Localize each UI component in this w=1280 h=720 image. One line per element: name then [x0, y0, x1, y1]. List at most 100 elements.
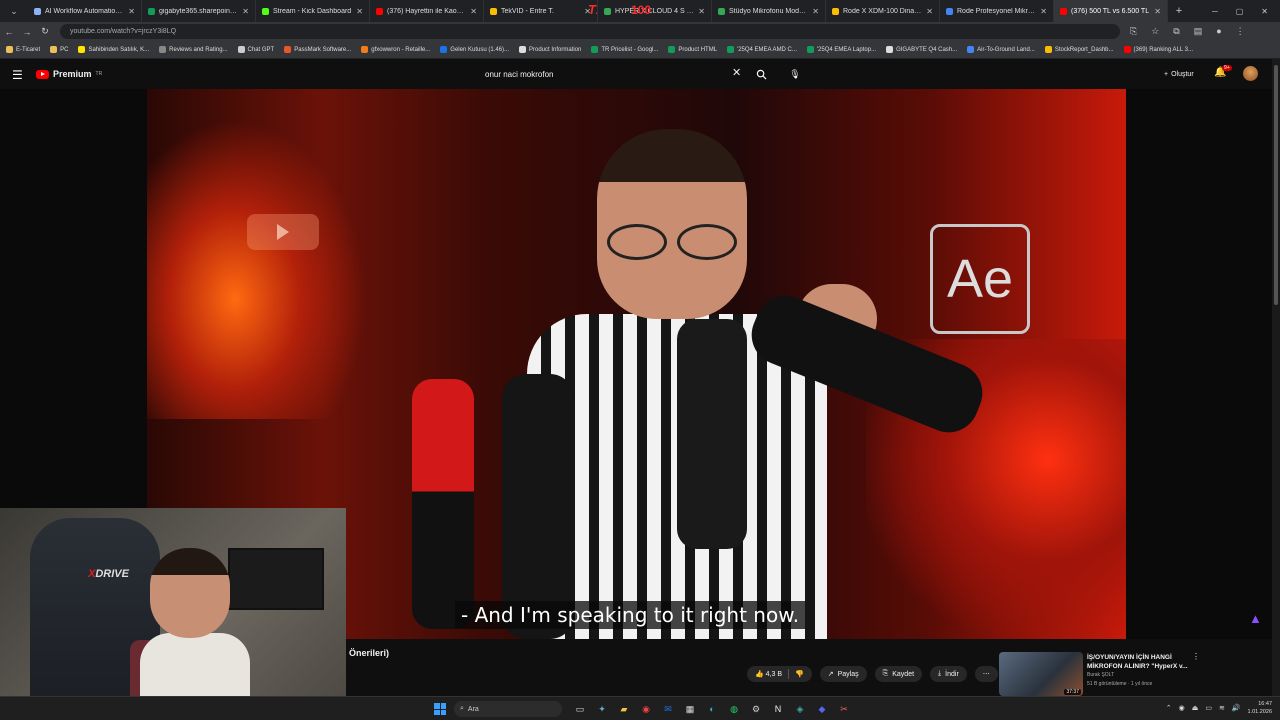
youtube-logo[interactable]: Premium TR — [36, 69, 102, 79]
download-button[interactable]: ⤓ İndir — [930, 666, 967, 682]
discord-icon[interactable]: ◆ — [814, 701, 830, 717]
bookmark-item[interactable]: gfxowwron - Retaille... — [361, 46, 430, 53]
recommended-channel[interactable]: Burak ŞOLT — [1087, 672, 1114, 678]
display-icon[interactable]: ▭ — [1205, 704, 1212, 712]
bookmark-item[interactable]: Chat GPT — [237, 46, 274, 53]
windows-taskbar: ⌕ Ara ▭ ✦ ▰ ◉ ✉ ▦ ◐ ◍ ⚙ N ◈ ◆ ✂ ⌃ ◉ ⏏ ▭ ≋… — [0, 696, 1280, 720]
browser-tab[interactable]: Rode Profesyonel Mikrofon Fi✕ — [940, 0, 1054, 22]
close-icon[interactable]: ✕ — [356, 7, 363, 16]
browser-tab[interactable]: gigabyte365.sharepoint.com/✕ — [142, 0, 256, 22]
forward-icon[interactable]: → — [18, 27, 36, 37]
bookmark-item[interactable]: PC — [50, 46, 68, 53]
reload-icon[interactable]: ↻ — [36, 26, 54, 37]
chrome-icon[interactable]: ◉ — [638, 701, 654, 717]
notion-icon[interactable]: N — [770, 701, 786, 717]
vpn-icon[interactable]: ◈ — [792, 701, 808, 717]
bookmark-item[interactable]: PassMark Software... — [284, 46, 351, 53]
sidebar-icon[interactable]: ▤ — [1194, 26, 1203, 37]
taskbar-search[interactable]: ⌕ Ara — [454, 701, 562, 717]
browser-tab[interactable]: TekVID - Entre T.✕ TAPIRCI — [484, 0, 598, 22]
minimize-icon[interactable]: ─ — [1212, 7, 1218, 16]
account-avatar[interactable] — [1243, 66, 1258, 81]
like-dislike-group: 👍 4,3 B 👎 — [747, 666, 812, 682]
scrollbar-thumb[interactable] — [1274, 65, 1278, 305]
close-icon[interactable]: ✕ — [1040, 7, 1047, 16]
create-button[interactable]: + Oluştur — [1156, 66, 1202, 82]
chevron-up-icon[interactable]: ⌃ — [1166, 704, 1172, 712]
bookmark-item[interactable]: GIGABYTE Q4 Cash... — [886, 46, 957, 53]
search-button[interactable] — [752, 65, 770, 83]
new-tab-button[interactable]: + — [1168, 5, 1190, 17]
back-icon[interactable]: ← — [0, 27, 18, 37]
network-icon[interactable]: ◉ — [1179, 704, 1185, 712]
snipping-icon[interactable]: ✂ — [836, 701, 852, 717]
bookmark-item[interactable]: Reviews and Rating... — [159, 46, 228, 53]
browser-tab[interactable]: (376) Hayrettin ile Kaos Show✕ — [370, 0, 484, 22]
file-explorer-icon[interactable]: ▰ — [616, 701, 632, 717]
tab-search-button[interactable]: ⌄ — [0, 0, 28, 22]
more-actions-button[interactable]: ⋯ — [974, 666, 998, 682]
bookmark-item[interactable]: Product HTML — [668, 46, 717, 53]
close-icon[interactable]: ✕ — [1154, 7, 1161, 16]
edge-icon[interactable]: ◐ — [704, 701, 720, 717]
browser-tab[interactable]: Rode X XDM-100 Dinamik US✕ — [826, 0, 940, 22]
extensions-icon[interactable]: ⧉ — [1173, 26, 1179, 37]
close-icon[interactable]: ✕ — [926, 7, 933, 16]
calculator-icon[interactable]: ▦ — [682, 701, 698, 717]
maximize-icon[interactable]: ▢ — [1236, 7, 1244, 16]
voice-search-button[interactable]: 🎙 — [786, 65, 804, 83]
bookmark-item[interactable]: Product Information — [519, 46, 581, 53]
browser-tab[interactable]: Stüdyo Mikrofonu Modelleri ✕ — [712, 0, 826, 22]
browser-tab-active[interactable]: (376) 500 TL vs 6.500 TL ✕ — [1054, 0, 1168, 22]
copilot-icon[interactable]: ✦ — [594, 701, 610, 717]
usb-icon[interactable]: ⏏ — [1192, 704, 1199, 712]
like-button[interactable]: 👍 4,3 B — [755, 670, 782, 678]
bookmark-item[interactable]: Sahibinden Satılık, K... — [78, 46, 149, 53]
save-button[interactable]: ⎘ Kaydet — [874, 666, 923, 682]
streamer-head — [150, 548, 230, 638]
search-input[interactable]: onur naci mokrofon — [475, 64, 747, 84]
task-view-icon[interactable]: ▭ — [572, 701, 588, 717]
taskbar-clock[interactable]: 16:47 1.01.2026 — [1248, 700, 1272, 716]
bookmark-item[interactable]: '25Q4 EMEA AMD C... — [727, 46, 797, 53]
url-field[interactable]: youtube.com/watch?v=jrczY3i8LQ — [60, 24, 1120, 39]
bookmark-item[interactable]: Gelen Kutusu (1.46)... — [440, 46, 509, 53]
install-icon[interactable]: ⎘ — [1130, 26, 1137, 37]
outlook-icon[interactable]: ✉ — [660, 701, 676, 717]
browser-tab[interactable]: Stream - Kick Dashboard ✕ — [256, 0, 370, 22]
download-icon: ⤓ — [938, 670, 942, 677]
bookmark-item[interactable]: Air-To-Ground Land... — [967, 46, 1035, 53]
recommended-title[interactable]: İŞ/OYUN/YAYIN İÇİN HANGİ MİKROFON ALINIR… — [1087, 653, 1199, 671]
bookmark-item[interactable]: E-Ticaret — [6, 46, 40, 53]
bookmark-item[interactable]: TR Pricelist - Googl... — [591, 46, 658, 53]
clear-search-icon[interactable]: ✕ — [732, 66, 741, 79]
browser-tab[interactable]: HYPER X CLOUD 4 S Wireles✕ 100 — [598, 0, 712, 22]
bookmark-star-icon[interactable]: ☆ — [1151, 26, 1159, 37]
share-button[interactable]: ↗ Paylaş — [819, 666, 867, 682]
close-icon[interactable]: ✕ — [470, 7, 477, 16]
whatsapp-icon[interactable]: ◍ — [726, 701, 742, 717]
black-microphone — [502, 374, 574, 639]
more-vertical-icon[interactable]: ⋮ — [1192, 652, 1200, 661]
page-scrollbar[interactable] — [1272, 59, 1280, 696]
settings-icon[interactable]: ⚙ — [748, 701, 764, 717]
bookmark-item[interactable]: (369) Ranking ALL 3... — [1123, 46, 1193, 53]
bookmarks-bar: E-Ticaret PC Sahibinden Satılık, K... Re… — [0, 41, 1280, 59]
close-icon[interactable]: ✕ — [128, 7, 135, 16]
close-icon[interactable]: ✕ — [698, 7, 705, 16]
close-icon[interactable]: ✕ — [242, 7, 249, 16]
hamburger-menu-icon[interactable]: ☰ — [12, 68, 23, 82]
browser-menu-icon[interactable]: ⋮ — [1236, 26, 1245, 37]
bookmark-item[interactable]: StockReport_Dashb... — [1044, 46, 1114, 53]
browser-tab[interactable]: AI Workflow Automation Plat✕ — [28, 0, 142, 22]
close-icon[interactable]: ✕ — [812, 7, 819, 16]
dislike-button[interactable]: 👎 — [795, 670, 804, 678]
volume-icon[interactable]: 🔊 — [1232, 704, 1241, 712]
video-thumbnail[interactable]: 37:37 — [999, 652, 1083, 696]
windows-start-icon[interactable] — [434, 703, 446, 715]
recommended-video[interactable]: 37:37 İŞ/OYUN/YAYIN İÇİN HANGİ MİKROFON … — [999, 650, 1209, 696]
profile-icon[interactable]: ● — [1216, 26, 1221, 37]
bookmark-item[interactable]: '25Q4 EMEA Laptop... — [806, 46, 876, 53]
wifi-icon[interactable]: ≋ — [1219, 704, 1225, 712]
close-window-icon[interactable]: ✕ — [1261, 7, 1268, 16]
